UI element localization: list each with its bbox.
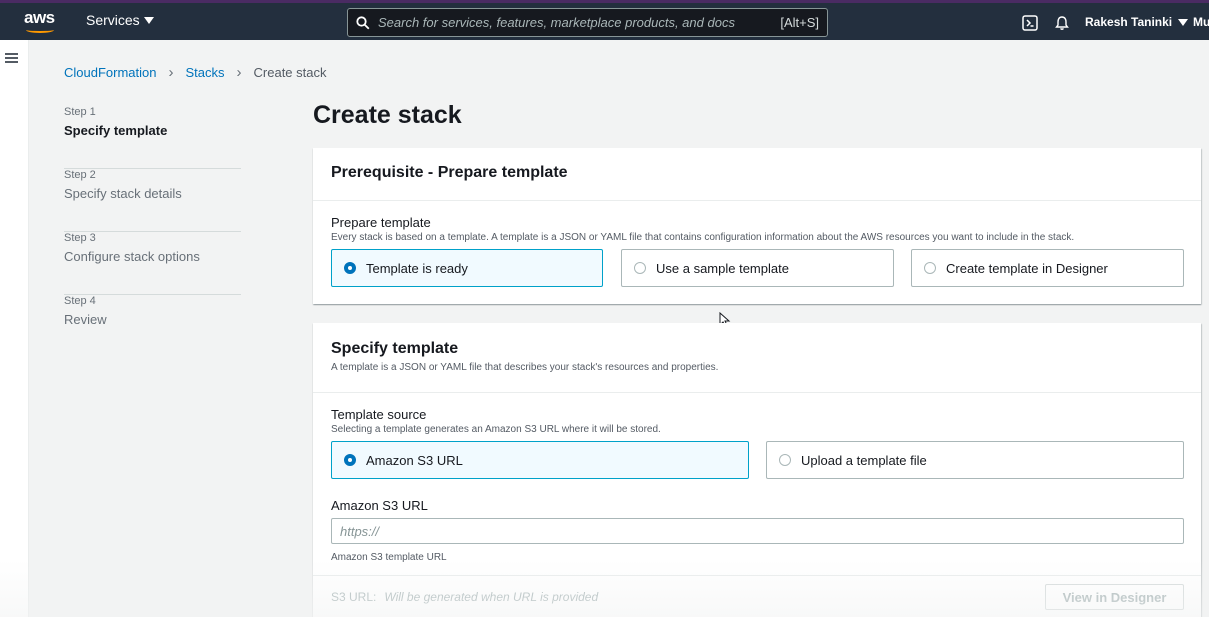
- radio-unselected-icon: [924, 262, 936, 274]
- option-label: Upload a template file: [801, 452, 927, 468]
- s3-url-value: Will be generated when URL is provided: [384, 590, 599, 604]
- radio-unselected-icon: [634, 262, 646, 274]
- breadcrumb-current: Create stack: [253, 65, 327, 80]
- panel-header: Specify template A template is a JSON or…: [313, 323, 1201, 393]
- s3-url-label: Amazon S3 URL: [331, 498, 428, 513]
- radio-unselected-icon: [779, 454, 791, 466]
- side-rail: [0, 40, 29, 617]
- services-menu-button[interactable]: Services: [86, 12, 154, 28]
- panel-title: Specify template: [331, 340, 459, 357]
- s3-url-hint: Amazon S3 template URL: [331, 552, 447, 563]
- notifications-bell-icon[interactable]: [1054, 15, 1070, 31]
- breadcrumb: CloudFormation › Stacks › Create stack: [64, 64, 327, 81]
- s3-url-input[interactable]: [331, 518, 1184, 544]
- step-name: Review: [64, 312, 107, 327]
- aws-logo[interactable]: aws: [24, 8, 58, 36]
- field-description: Selecting a template generates an Amazon…: [331, 424, 661, 435]
- step-number: Step 3: [64, 232, 96, 244]
- specify-template-panel: Specify template A template is a JSON or…: [313, 323, 1201, 617]
- chevron-right-icon: ›: [168, 64, 174, 81]
- panel-header: Prerequisite - Prepare template: [313, 148, 1201, 201]
- wizard-step-1[interactable]: Step 1 Specify template: [64, 106, 241, 169]
- aws-logo-text: aws: [24, 8, 55, 27]
- radio-selected-icon: [344, 454, 356, 466]
- chevron-right-icon: ›: [236, 64, 242, 81]
- prerequisite-panel: Prerequisite - Prepare template Prepare …: [313, 148, 1201, 304]
- field-label: Template source: [331, 407, 427, 422]
- wizard-steps: Step 1 Specify template Step 2 Specify s…: [64, 106, 241, 358]
- panel-description: A template is a JSON or YAML file that d…: [331, 362, 719, 373]
- step-number: Step 1: [64, 106, 96, 118]
- field-label: Prepare template: [331, 215, 431, 230]
- option-label: Use a sample template: [656, 260, 789, 276]
- search-icon: [356, 15, 370, 29]
- step-name: Specify stack details: [64, 186, 182, 201]
- wizard-step-2: Step 2 Specify stack details: [64, 169, 241, 232]
- option-template-ready[interactable]: Template is ready: [331, 249, 603, 287]
- page-title: Create stack: [313, 101, 462, 129]
- s3-url-caption: S3 URL:: [331, 590, 377, 604]
- view-in-designer-button[interactable]: View in Designer: [1045, 584, 1184, 610]
- divider: [313, 575, 1201, 576]
- top-nav: aws Services Search for services, featur…: [0, 0, 1209, 40]
- radio-selected-icon: [344, 262, 356, 274]
- search-bar[interactable]: Search for services, features, marketpla…: [347, 8, 828, 37]
- template-source-field: Template source Selecting a template gen…: [331, 407, 1191, 435]
- caret-down-icon: [143, 16, 154, 24]
- step-name: Configure stack options: [64, 249, 200, 264]
- menu-hamburger-icon[interactable]: [5, 53, 18, 63]
- option-upload-template-file[interactable]: Upload a template file: [766, 441, 1184, 479]
- search-input[interactable]: Search for services, features, marketpla…: [378, 15, 780, 30]
- services-label: Services: [86, 12, 140, 28]
- cloudshell-icon[interactable]: [1022, 15, 1038, 31]
- option-amazon-s3-url[interactable]: Amazon S3 URL: [331, 441, 749, 479]
- step-name: Specify template: [64, 123, 168, 138]
- option-sample-template[interactable]: Use a sample template: [621, 249, 894, 287]
- aws-smile-icon: [26, 27, 54, 33]
- option-label: Create template in Designer: [946, 260, 1108, 276]
- step-number: Step 2: [64, 169, 96, 181]
- option-label: Amazon S3 URL: [366, 452, 463, 468]
- panel-title: Prerequisite - Prepare template: [331, 164, 568, 181]
- step-number: Step 4: [64, 295, 96, 307]
- wizard-step-3: Step 3 Configure stack options: [64, 232, 241, 295]
- region-menu-button[interactable]: Mu: [1193, 15, 1209, 29]
- search-shortcut: [Alt+S]: [780, 15, 819, 30]
- option-label: Template is ready: [366, 260, 468, 276]
- generated-s3-url: S3 URL: Will be generated when URL is pr…: [331, 590, 598, 604]
- wizard-step-4: Step 4 Review: [64, 295, 241, 358]
- caret-down-icon: [1178, 18, 1189, 26]
- option-designer-template[interactable]: Create template in Designer: [911, 249, 1184, 287]
- breadcrumb-stacks[interactable]: Stacks: [186, 65, 225, 80]
- breadcrumb-cloudformation[interactable]: CloudFormation: [64, 65, 157, 80]
- prepare-template-field: Prepare template Every stack is based on…: [331, 215, 1191, 243]
- user-name: Rakesh Taninki: [1085, 15, 1173, 29]
- user-menu-button[interactable]: Rakesh Taninki: [1085, 15, 1189, 29]
- field-description: Every stack is based on a template. A te…: [331, 232, 1075, 243]
